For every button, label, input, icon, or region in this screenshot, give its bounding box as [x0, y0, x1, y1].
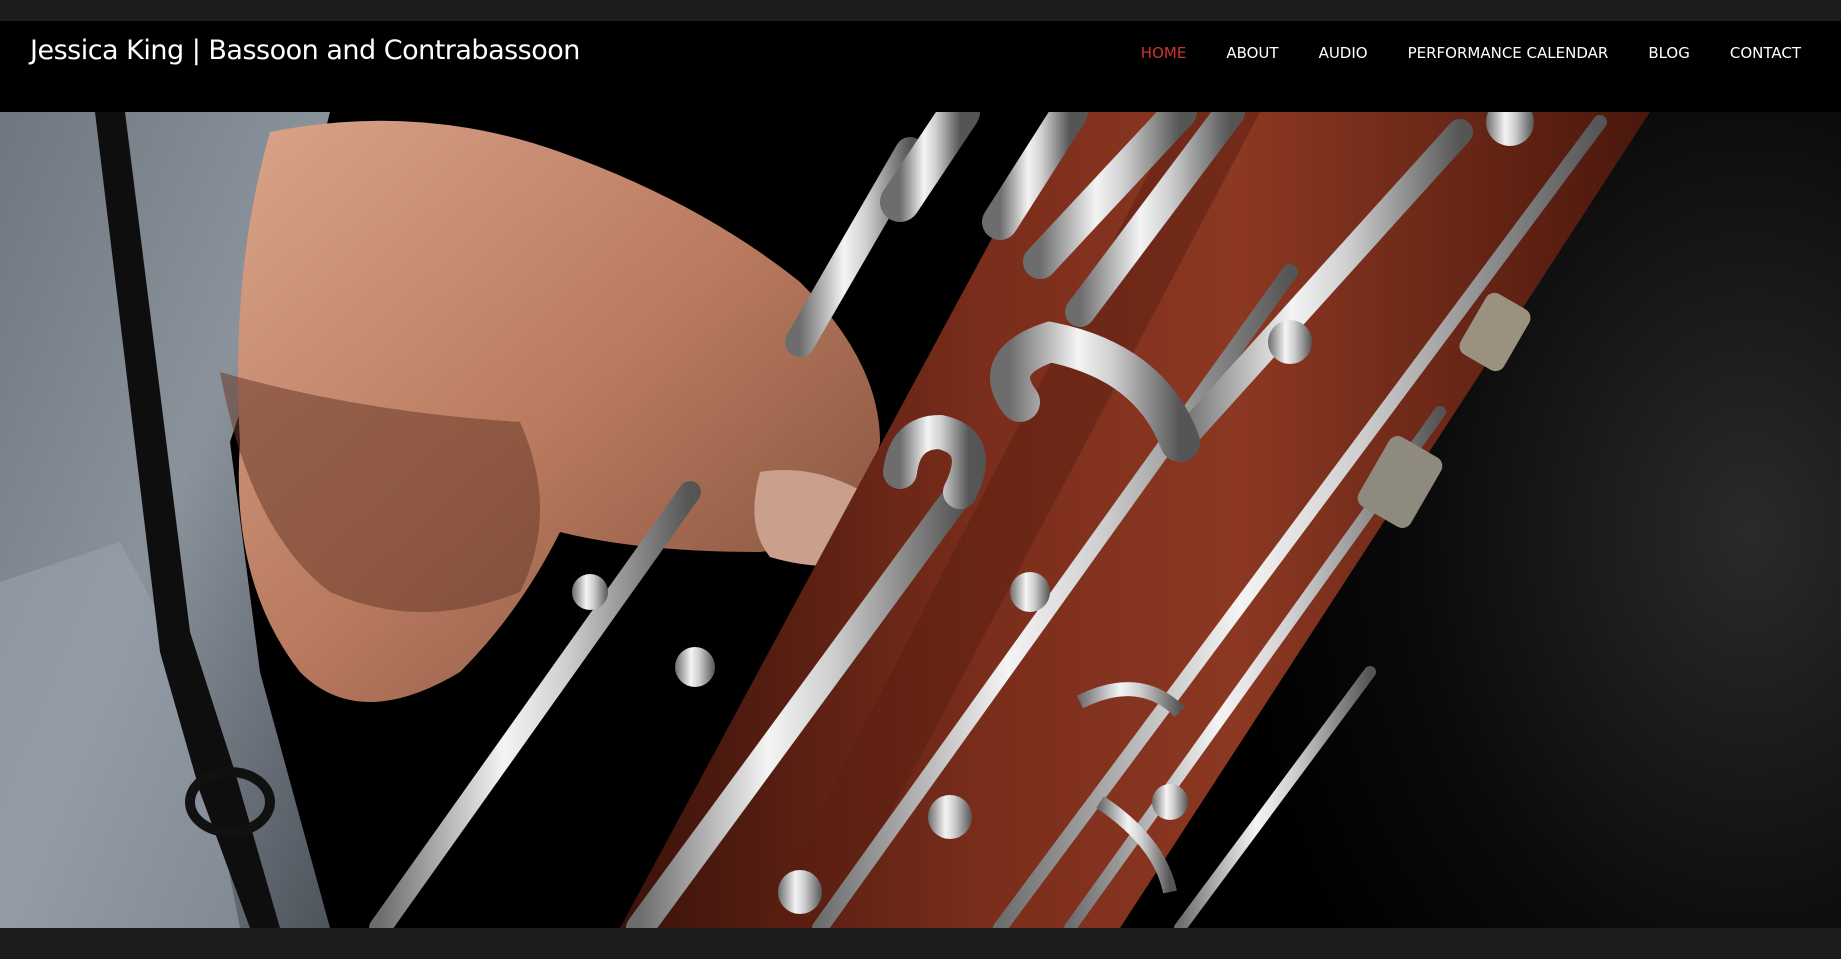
site-header: Jessica King | Bassoon and Contrabassoon…: [0, 21, 1841, 112]
bassoon-hero-illustration: [0, 112, 1650, 928]
page: Jessica King | Bassoon and Contrabassoon…: [0, 0, 1841, 959]
hero-banner-image: [0, 112, 1841, 928]
main-navigation: HOME ABOUT AUDIO PERFORMANCE CALENDAR BL…: [1141, 44, 1801, 62]
nav-item-performance-calendar[interactable]: PERFORMANCE CALENDAR: [1408, 44, 1609, 62]
nav-item-contact[interactable]: CONTACT: [1730, 44, 1801, 62]
nav-item-audio[interactable]: AUDIO: [1319, 44, 1368, 62]
top-strip: [0, 0, 1841, 21]
site-title-link[interactable]: Jessica King | Bassoon and Contrabassoon: [30, 35, 580, 66]
nav-item-blog[interactable]: BLOG: [1648, 44, 1690, 62]
nav-item-about[interactable]: ABOUT: [1226, 44, 1278, 62]
bottom-strip: [0, 928, 1841, 959]
nav-item-home[interactable]: HOME: [1141, 44, 1187, 62]
